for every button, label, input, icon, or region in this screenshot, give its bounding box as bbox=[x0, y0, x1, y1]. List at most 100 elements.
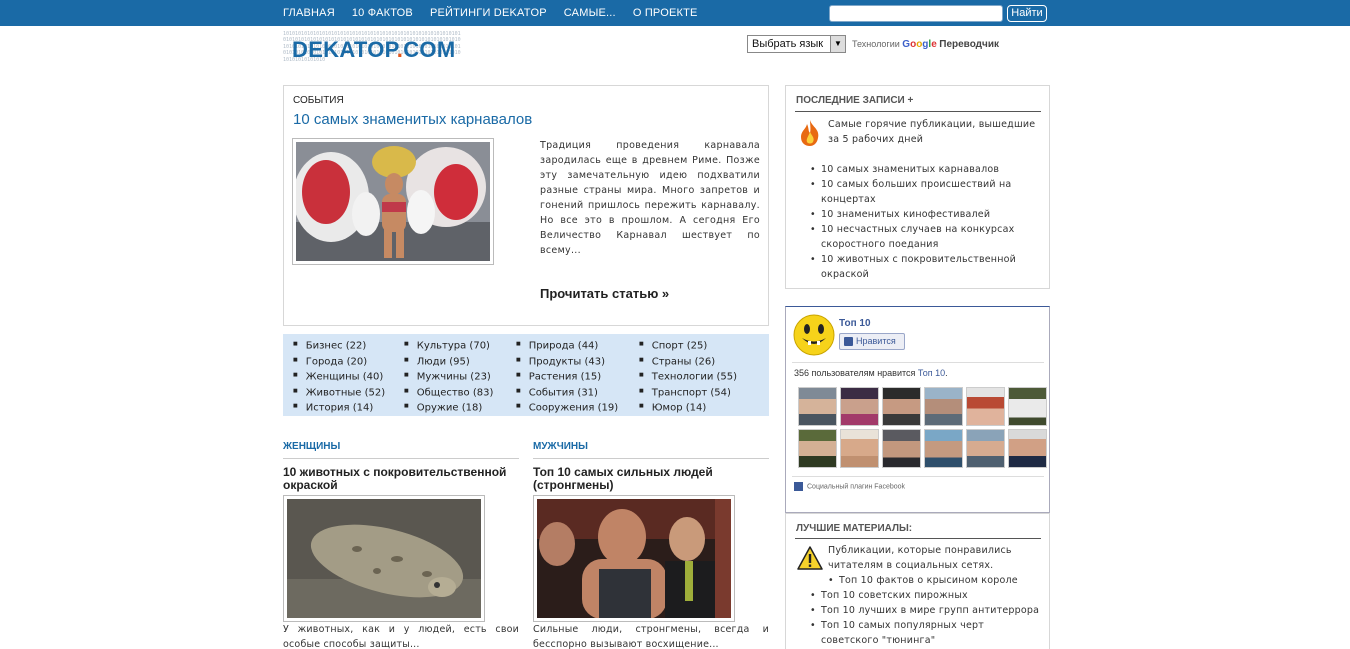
facebook-count-link[interactable]: Топ 10 bbox=[918, 368, 945, 378]
search-input[interactable] bbox=[829, 5, 1003, 22]
nav-about[interactable]: О ПРОЕКТЕ bbox=[633, 0, 698, 26]
section-divider bbox=[283, 458, 519, 459]
category-link[interactable]: Бизнес (22) bbox=[293, 338, 385, 354]
section-heading-men[interactable]: МУЖЧИНЫ bbox=[533, 441, 588, 452]
category-link[interactable]: Природа (44) bbox=[516, 338, 618, 354]
category-link[interactable]: Спорт (25) bbox=[639, 338, 737, 354]
facebook-plugin-credit[interactable]: Социальный плагин Facebook bbox=[794, 482, 905, 491]
featured-category[interactable]: СОБЫТИЯ bbox=[293, 95, 344, 106]
category-link[interactable]: Транспорт (54) bbox=[639, 385, 737, 401]
list-item[interactable]: Топ 10 лучших в мире групп антитеррора bbox=[810, 603, 1042, 618]
category-link[interactable]: Юмор (14) bbox=[639, 400, 737, 416]
category-list: Бизнес (22) Города (20) Женщины (40) Жив… bbox=[283, 334, 769, 416]
logo-text: DEKATOP.COM bbox=[292, 37, 455, 63]
featured-excerpt: Традиция проведения карнавала зародилась… bbox=[540, 140, 760, 256]
nav-10-facts[interactable]: 10 ФАКТОВ bbox=[352, 0, 413, 26]
translator-product[interactable]: Переводчик bbox=[939, 39, 999, 50]
category-link[interactable]: Города (20) bbox=[293, 354, 385, 370]
featured-article: СОБЫТИЯ 10 самых знаменитых карнавалов Т… bbox=[283, 85, 769, 326]
list-item[interactable]: 10 самых больших происшествий на концерт… bbox=[810, 177, 1042, 207]
flounder-photo bbox=[287, 499, 481, 618]
avatar[interactable] bbox=[882, 429, 921, 468]
category-link[interactable]: Люди (95) bbox=[404, 354, 493, 370]
best-materials-heading[interactable]: ЛУЧШИЕ МАТЕРИАЛЫ: bbox=[796, 523, 912, 534]
latest-posts-list: 10 самых знаменитых карнавалов 10 самых … bbox=[810, 162, 1042, 282]
list-item[interactable]: Топ 10 советских пирожных bbox=[810, 588, 1042, 603]
category-column: Спорт (25) Страны (26) Технологии (55) Т… bbox=[639, 338, 737, 416]
category-link[interactable]: Сооружения (19) bbox=[516, 400, 618, 416]
search-button[interactable]: Найти bbox=[1007, 5, 1047, 22]
section-article-title[interactable]: 10 животных с покровительственной окраск… bbox=[283, 466, 519, 492]
list-item[interactable]: 10 самых знаменитых карнавалов bbox=[810, 162, 1042, 177]
category-link[interactable]: Страны (26) bbox=[639, 354, 737, 370]
nav-most[interactable]: САМЫЕ... bbox=[564, 0, 616, 26]
best-materials-intro: Публикации, которые понравились читателя… bbox=[828, 545, 1012, 571]
category-link[interactable]: Женщины (40) bbox=[293, 369, 385, 385]
section-divider bbox=[795, 538, 1041, 539]
section-article-image[interactable] bbox=[533, 495, 735, 622]
facebook-like-button[interactable]: Нравится bbox=[839, 333, 905, 350]
section-article-title[interactable]: Топ 10 самых сильных людей (стронгмены) bbox=[533, 466, 769, 492]
facebook-page-name[interactable]: Топ 10 bbox=[839, 318, 871, 329]
category-link[interactable]: История (14) bbox=[293, 400, 385, 416]
avatar[interactable] bbox=[966, 387, 1005, 426]
category-link[interactable]: Технологии (55) bbox=[639, 369, 737, 385]
avatar[interactable] bbox=[1008, 387, 1047, 426]
avatar[interactable] bbox=[798, 429, 837, 468]
section-article-excerpt: Сильные люди, стронгмены, всегда и бессп… bbox=[533, 624, 769, 649]
top-navigation-bar: ГЛАВНАЯ 10 ФАКТОВ РЕЙТИНГИ DEKATOP САМЫЕ… bbox=[0, 0, 1350, 26]
featured-title[interactable]: 10 самых знаменитых карнавалов bbox=[293, 111, 532, 128]
carnival-photo bbox=[293, 142, 490, 261]
smiley-avatar-icon[interactable] bbox=[793, 314, 835, 356]
list-item[interactable]: 10 знаменитых кинофестивалей bbox=[810, 207, 1042, 222]
category-link[interactable]: Продукты (43) bbox=[516, 354, 618, 370]
avatar[interactable] bbox=[966, 429, 1005, 468]
facebook-plugin-label: Социальный плагин Facebook bbox=[807, 483, 906, 491]
featured-image[interactable] bbox=[292, 138, 494, 265]
section-divider bbox=[792, 476, 1044, 477]
category-link[interactable]: Животные (52) bbox=[293, 385, 385, 401]
section-divider bbox=[795, 111, 1041, 112]
list-item[interactable]: Топ 10 самых популярных черт советского … bbox=[810, 618, 1042, 648]
category-column: Природа (44) Продукты (43) Растения (15)… bbox=[516, 338, 618, 416]
logo-tld: COM bbox=[403, 37, 456, 62]
list-item[interactable]: 10 животных с покровительственной окраск… bbox=[810, 252, 1042, 282]
category-link[interactable]: Растения (15) bbox=[516, 369, 618, 385]
category-link[interactable]: Мужчины (23) bbox=[404, 369, 493, 385]
avatar[interactable] bbox=[840, 387, 879, 426]
section-divider bbox=[533, 458, 769, 459]
list-item[interactable]: 10 несчастных случаев на конкурсах скоро… bbox=[810, 222, 1042, 252]
logo-name: DEKATOP bbox=[292, 37, 397, 62]
google-letter: e bbox=[931, 39, 937, 50]
avatar[interactable] bbox=[924, 387, 963, 426]
language-select-label: Выбрать язык bbox=[752, 38, 824, 50]
list-item[interactable]: Топ 10 фактов о крысином короле bbox=[828, 573, 1042, 588]
best-materials-list: Топ 10 фактов о крысином короле Топ 10 с… bbox=[810, 573, 1042, 648]
fire-icon bbox=[801, 120, 819, 146]
section-article-image[interactable] bbox=[283, 495, 485, 622]
nav-ratings[interactable]: РЕЙТИНГИ DEKATOP bbox=[430, 0, 547, 26]
facebook-count-text: 356 пользователям нравится bbox=[794, 368, 916, 378]
thumbs-up-icon bbox=[844, 337, 853, 346]
language-select[interactable]: Выбрать язык ▼ bbox=[747, 35, 846, 53]
nav-home[interactable]: ГЛАВНАЯ bbox=[283, 0, 335, 26]
site-logo[interactable]: 1010101010101010101010101010101010101010… bbox=[283, 31, 461, 69]
category-column: Бизнес (22) Города (20) Женщины (40) Жив… bbox=[293, 338, 385, 416]
best-materials-box: ЛУЧШИЕ МАТЕРИАЛЫ: Публикации, которые по… bbox=[785, 513, 1050, 649]
avatar[interactable] bbox=[798, 387, 837, 426]
google-translator-credit: Технологии Google Переводчик bbox=[852, 39, 999, 50]
category-link[interactable]: Оружие (18) bbox=[404, 400, 493, 416]
category-link[interactable]: Общество (83) bbox=[404, 385, 494, 401]
translator-powered: Технологии bbox=[852, 39, 900, 49]
avatar[interactable] bbox=[924, 429, 963, 468]
chevron-down-icon: ▼ bbox=[830, 36, 845, 52]
avatar[interactable] bbox=[1008, 429, 1047, 468]
read-more-link[interactable]: Прочитать статью » bbox=[540, 286, 669, 301]
section-heading-women[interactable]: ЖЕНЩИНЫ bbox=[283, 441, 340, 452]
facebook-like-box: Топ 10 Нравится 356 пользователям нравит… bbox=[785, 306, 1050, 513]
latest-posts-heading[interactable]: ПОСЛЕДНИЕ ЗАПИСИ + bbox=[796, 95, 913, 106]
avatar[interactable] bbox=[882, 387, 921, 426]
category-link[interactable]: Культура (70) bbox=[404, 338, 493, 354]
avatar[interactable] bbox=[840, 429, 879, 468]
category-link[interactable]: События (31) bbox=[516, 385, 618, 401]
